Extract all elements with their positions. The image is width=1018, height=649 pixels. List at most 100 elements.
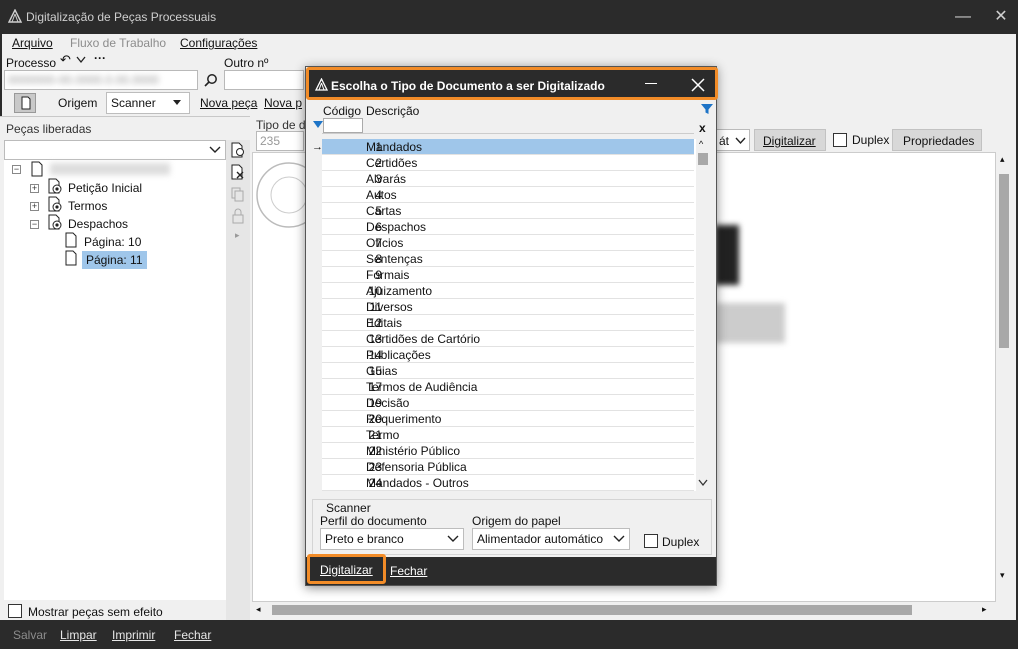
nova-pagina-button[interactable]: Nova p xyxy=(264,96,302,110)
menu-arquivo[interactable]: Arquivo xyxy=(12,36,53,50)
signed-document-icon xyxy=(48,196,62,212)
list-item[interactable]: 14 Publicações xyxy=(322,347,694,363)
tipo-input[interactable]: 235 xyxy=(256,131,304,151)
redacted-content xyxy=(715,225,739,285)
list-scroll-thumb[interactable] xyxy=(698,153,708,165)
list-item[interactable]: 23 Defensoria Pública xyxy=(322,459,694,475)
imprimir-button[interactable]: Imprimir xyxy=(112,628,155,642)
list-item[interactable]: 22 Ministério Público xyxy=(322,443,694,459)
list-vertical-scrollbar[interactable]: ^ xyxy=(696,139,710,491)
remove-signature-icon[interactable] xyxy=(230,164,246,180)
viewer-vertical-thumb[interactable] xyxy=(999,174,1009,348)
list-item-description: Guias xyxy=(366,364,398,378)
dialog-minimize-button[interactable] xyxy=(645,83,657,84)
list-item[interactable]: 13 Certidões de Cartório xyxy=(322,331,694,347)
dialog-close-icon[interactable] xyxy=(691,78,705,92)
list-item[interactable]: 8 Sentenças xyxy=(322,251,694,267)
list-item[interactable]: 4 Autos xyxy=(322,187,694,203)
tree-item-termos[interactable]: Termos xyxy=(68,199,107,213)
column-codigo[interactable]: Código xyxy=(323,104,361,118)
list-item[interactable]: 11 Diversos xyxy=(322,299,694,315)
tree-collapse-root[interactable]: − xyxy=(12,165,21,174)
fechar-button[interactable]: Fechar xyxy=(174,628,211,642)
scanner-group-label: Scanner xyxy=(326,501,371,515)
scroll-right-icon[interactable]: ▸ xyxy=(982,604,987,615)
pieces-filter-select[interactable] xyxy=(4,140,226,160)
undo-icon[interactable]: ↶ xyxy=(60,52,71,68)
more-icon[interactable]: ··· xyxy=(94,51,106,65)
column-descricao[interactable]: Descrição xyxy=(366,104,419,118)
list-item[interactable]: 3 Alvarás xyxy=(322,171,694,187)
tree-collapse-despachos[interactable]: − xyxy=(30,220,39,229)
menu-fluxo[interactable]: Fluxo de Trabalho xyxy=(70,36,166,50)
propriedades-button[interactable]: Propriedades xyxy=(892,129,982,151)
tree-item-peticao-inicial[interactable]: Petição Inicial xyxy=(68,181,142,195)
tree-item-despachos[interactable]: Despachos xyxy=(68,217,128,231)
limpar-button[interactable]: Limpar xyxy=(60,628,97,642)
list-item[interactable]: 10 Ajuizamento xyxy=(322,283,694,299)
list-item[interactable]: 20 Requerimento xyxy=(322,411,694,427)
digital-signature-stamp xyxy=(256,162,307,228)
list-item-description: Certidões de Cartório xyxy=(366,332,481,346)
outro-label: Outro nº xyxy=(224,56,269,70)
clear-filter-button[interactable]: x xyxy=(699,121,706,135)
list-item[interactable]: 19 Decisão xyxy=(322,395,694,411)
origem-select[interactable]: Scanner xyxy=(106,92,190,114)
origem-papel-select[interactable]: Alimentador automático xyxy=(472,528,630,550)
sign-document-icon[interactable] xyxy=(230,142,246,158)
format-select[interactable]: át xyxy=(716,129,750,151)
list-item[interactable]: 9 Formais xyxy=(322,267,694,283)
duplex-checkbox[interactable] xyxy=(644,534,658,548)
search-icon[interactable] xyxy=(204,73,218,87)
tree-expand-peticao[interactable]: + xyxy=(30,184,39,193)
menu-configuracoes[interactable]: Configurações xyxy=(180,36,257,50)
left-panel-header: Peças liberadas xyxy=(0,116,250,138)
duplex-toolbar-checkbox[interactable] xyxy=(833,133,847,147)
document-type-list[interactable]: 1 Mandados 2 Certidões 3 Alvarás 4 Autos 5 Cartas… xyxy=(322,139,696,491)
scroll-up-icon[interactable]: ▴ xyxy=(1000,154,1005,165)
show-no-effect-checkbox[interactable] xyxy=(8,604,22,618)
list-item[interactable]: 5 Cartas xyxy=(322,203,694,219)
list-item[interactable]: 2 Certidões xyxy=(322,155,694,171)
chevron-down-icon xyxy=(447,535,459,542)
scroll-down-icon[interactable]: ▾ xyxy=(1000,570,1005,581)
chevron-down-icon[interactable] xyxy=(76,56,86,64)
list-item[interactable]: 1 Mandados xyxy=(322,139,694,155)
perfil-label: Perfil do documento xyxy=(320,514,427,528)
scroll-left-icon[interactable]: ◂ xyxy=(256,604,261,615)
digitalizar-toolbar-button[interactable]: Digitalizar xyxy=(754,129,826,151)
tree-item-pagina-11[interactable]: Página: 11 xyxy=(82,251,147,269)
viewer-horizontal-thumb[interactable] xyxy=(272,605,912,615)
list-item[interactable]: 24 Mandados - Outros xyxy=(322,475,694,491)
list-item[interactable]: 12 Editais xyxy=(322,315,694,331)
redacted-content xyxy=(715,303,785,343)
window-title: Digitalização de Peças Processuais xyxy=(26,10,217,24)
outro-input[interactable] xyxy=(224,70,304,90)
minimize-button[interactable]: — xyxy=(954,8,972,26)
list-item[interactable]: 21 Termo xyxy=(322,427,694,443)
pieces-tree: − + Petição Inicial + Termos − Despachos… xyxy=(4,160,226,600)
filter-icon[interactable] xyxy=(700,102,714,116)
document-toggle-button[interactable] xyxy=(14,93,36,113)
list-item-description: Termo xyxy=(366,428,400,442)
close-button[interactable]: ✕ xyxy=(992,8,1010,26)
viewer-horizontal-scrollbar[interactable]: ◂ ▸ xyxy=(252,602,996,618)
processo-input[interactable]: 0000000-00.0000.0.00.0000 xyxy=(4,70,198,90)
salvar-button[interactable]: Salvar xyxy=(13,628,47,642)
scroll-down-icon[interactable] xyxy=(698,479,708,487)
dialog-fechar-button[interactable]: Fechar xyxy=(390,564,427,578)
nova-peca-button[interactable]: Nova peça xyxy=(200,96,257,110)
list-item[interactable]: 15 Guias xyxy=(322,363,694,379)
dialog-digitalizar-button[interactable]: Digitalizar xyxy=(307,554,386,584)
scroll-up-icon[interactable]: ^ xyxy=(699,139,703,149)
tree-expand-termos[interactable]: + xyxy=(30,202,39,211)
list-item[interactable]: 17 Termos de Audiência xyxy=(322,379,694,395)
list-item[interactable]: 6 Despachos xyxy=(322,219,694,235)
chevron-down-icon xyxy=(735,137,746,145)
viewer-vertical-scrollbar[interactable]: ▴ ▾ xyxy=(996,152,1012,584)
tree-item-pagina-10[interactable]: Página: 10 xyxy=(84,235,141,249)
list-item-description: Diversos xyxy=(366,300,413,314)
list-item[interactable]: 7 Ofícios xyxy=(322,235,694,251)
dialog-title: Escolha o Tipo de Documento a ser Digita… xyxy=(331,79,605,93)
perfil-select[interactable]: Preto e branco xyxy=(320,528,464,550)
